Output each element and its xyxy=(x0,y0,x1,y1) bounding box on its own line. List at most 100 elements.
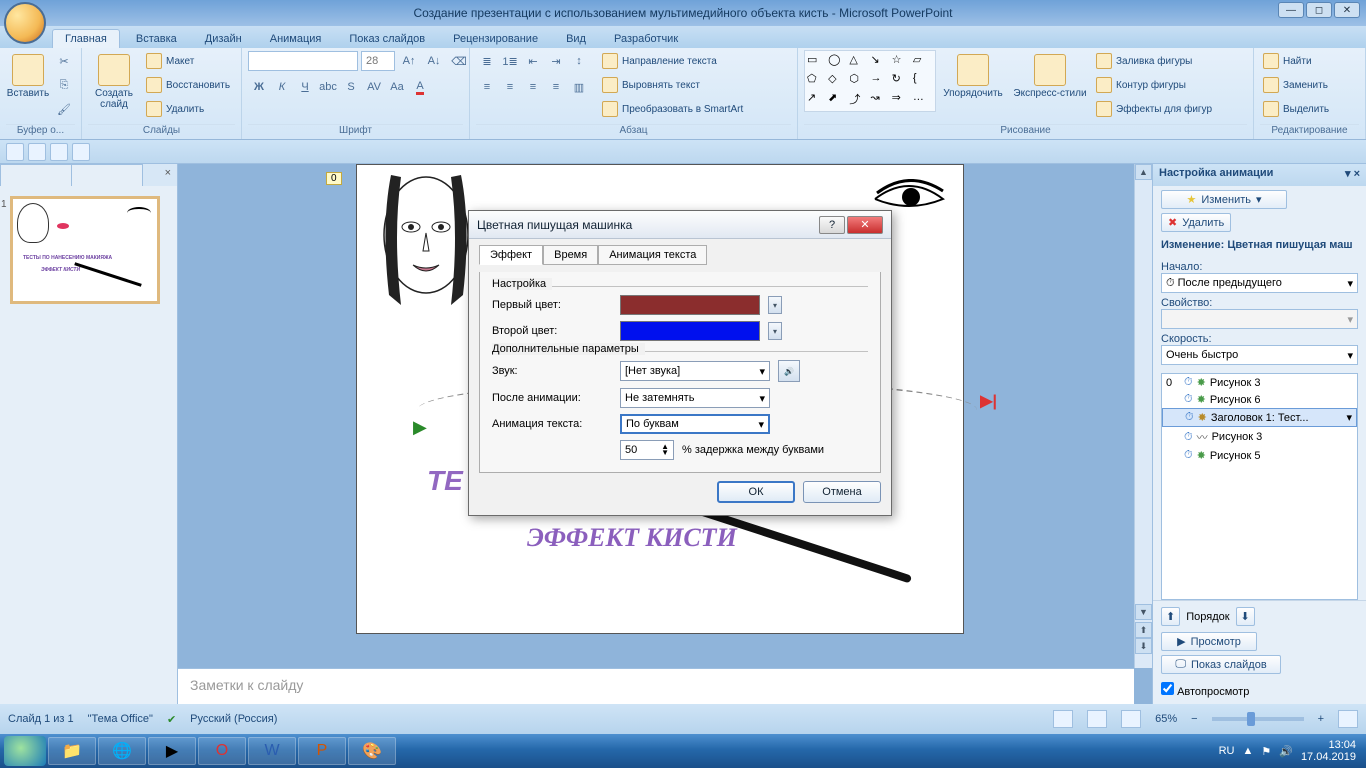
tray-network-icon[interactable]: ⚑ xyxy=(1261,745,1271,758)
tab-review[interactable]: Рецензирование xyxy=(441,30,550,48)
justify-icon[interactable]: ≡ xyxy=(545,76,567,98)
reorder-up-button[interactable]: ⬆ xyxy=(1161,607,1180,626)
grow-font-icon[interactable]: A↑ xyxy=(398,50,420,72)
slideshow-view-button[interactable] xyxy=(1121,710,1141,728)
align-text-button[interactable]: Выровнять текст xyxy=(599,74,746,96)
zoom-out-icon[interactable]: − xyxy=(1191,713,1197,725)
shadow-icon[interactable]: S xyxy=(340,76,362,98)
dialog-tab-effect[interactable]: Эффект xyxy=(479,245,543,265)
taskbar-paint-icon[interactable]: 🎨 xyxy=(348,737,396,765)
tab-design[interactable]: Дизайн xyxy=(193,30,254,48)
canvas-scrollbar[interactable]: ▲ ▼ ⬆ ⬇ xyxy=(1134,164,1152,668)
italic-icon[interactable]: К xyxy=(271,76,293,98)
dialog-help-button[interactable]: ? xyxy=(819,216,845,234)
sound-preview-icon[interactable]: 🔊 xyxy=(778,360,800,382)
bullets-icon[interactable]: ≣ xyxy=(476,50,498,72)
thumbnails-tab-outline[interactable] xyxy=(71,164,143,186)
format-painter-icon[interactable]: 🖌 xyxy=(53,98,75,120)
find-button[interactable]: Найти xyxy=(1260,50,1332,72)
shape-outline-button[interactable]: Контур фигуры xyxy=(1093,74,1215,96)
restore-button[interactable]: Восстановить xyxy=(143,74,233,96)
second-color-dropdown[interactable]: ▾ xyxy=(768,322,782,340)
slide-thumbnail-1[interactable]: 1 ТЕСТЫ ПО НАНЕСЕНИЮ МАКИЯЖА ЭФФЕКТ КИСТ… xyxy=(10,196,160,304)
animation-pane-dropdown-icon[interactable]: ▾ xyxy=(1345,168,1351,180)
tab-insert[interactable]: Вставка xyxy=(124,30,189,48)
delete-effect-button[interactable]: ✖Удалить xyxy=(1161,213,1231,232)
dialog-close-button[interactable]: ✕ xyxy=(847,216,883,234)
prev-slide-icon[interactable]: ⬆ xyxy=(1135,622,1152,638)
font-size-select[interactable]: 28 xyxy=(361,51,395,71)
replace-button[interactable]: Заменить xyxy=(1260,74,1332,96)
zoom-in-icon[interactable]: + xyxy=(1318,713,1324,725)
align-right-icon[interactable]: ≡ xyxy=(522,76,544,98)
next-slide-icon[interactable]: ⬇ xyxy=(1135,638,1152,654)
sorter-view-button[interactable] xyxy=(1087,710,1107,728)
taskbar-media-icon[interactable]: ▶ xyxy=(148,737,196,765)
case-icon[interactable]: Aa xyxy=(386,76,408,98)
spacing-icon[interactable]: AV xyxy=(363,76,385,98)
slideshow-button[interactable]: 🖵 Показ слайдов xyxy=(1161,655,1281,674)
animation-item[interactable]: ⏱✸Рисунок 6 xyxy=(1162,391,1357,408)
reorder-down-button[interactable]: ⬇ xyxy=(1236,607,1255,626)
layout-button[interactable]: Макет xyxy=(143,50,233,72)
tray-flag-icon[interactable]: ▲ xyxy=(1242,745,1253,757)
font-family-select[interactable] xyxy=(248,51,358,71)
tab-view[interactable]: Вид xyxy=(554,30,598,48)
quick-styles-button[interactable]: Экспресс-стили xyxy=(1010,50,1090,99)
tray-sound-icon[interactable]: 🔊 xyxy=(1279,745,1293,758)
start-button[interactable] xyxy=(4,736,46,766)
copy-icon[interactable]: ⎘ xyxy=(53,74,75,96)
play-button[interactable]: ▶ Просмотр xyxy=(1161,632,1257,651)
select-button[interactable]: Выделить xyxy=(1260,98,1332,120)
animation-item-selected[interactable]: ⏱✸Заголовок 1: Тест...▾ xyxy=(1162,408,1357,427)
indent-dec-icon[interactable]: ⇤ xyxy=(522,50,544,72)
taskbar-powerpoint-icon[interactable]: P xyxy=(298,737,346,765)
preview-icon[interactable] xyxy=(72,143,90,161)
zoom-level[interactable]: 65% xyxy=(1155,713,1177,725)
tray-time[interactable]: 13:04 xyxy=(1301,739,1356,751)
align-center-icon[interactable]: ≡ xyxy=(499,76,521,98)
paste-button[interactable]: Вставить xyxy=(6,50,50,99)
save-icon[interactable] xyxy=(6,143,24,161)
close-button[interactable]: ✕ xyxy=(1334,2,1360,18)
font-color-icon[interactable]: A xyxy=(409,76,431,98)
tab-developer[interactable]: Разработчик xyxy=(602,30,690,48)
first-color-dropdown[interactable]: ▾ xyxy=(768,296,782,314)
normal-view-button[interactable] xyxy=(1053,710,1073,728)
delete-slide-button[interactable]: Удалить xyxy=(143,98,233,120)
delay-spinner[interactable]: 50▲▼ xyxy=(620,440,674,460)
speed-select[interactable]: Очень быстро▾ xyxy=(1161,345,1358,365)
minimize-button[interactable]: — xyxy=(1278,2,1304,18)
dialog-tab-text-anim[interactable]: Анимация текста xyxy=(598,245,707,265)
taskbar-word-icon[interactable]: W xyxy=(248,737,296,765)
animation-item[interactable]: ⏱✸Рисунок 5 xyxy=(1162,447,1357,464)
tab-slideshow[interactable]: Показ слайдов xyxy=(337,30,437,48)
spellcheck-icon[interactable]: ✔ xyxy=(167,713,176,726)
arrange-button[interactable]: Упорядочить xyxy=(939,50,1007,99)
taskbar-explorer-icon[interactable]: 📁 xyxy=(48,737,96,765)
maximize-button[interactable]: ◻ xyxy=(1306,2,1332,18)
indent-inc-icon[interactable]: ⇥ xyxy=(545,50,567,72)
tab-home[interactable]: Главная xyxy=(52,29,120,48)
shrink-font-icon[interactable]: A↓ xyxy=(423,50,445,72)
ok-button[interactable]: ОК xyxy=(717,481,795,503)
animation-item[interactable]: 0⏱✸Рисунок 3 xyxy=(1162,374,1357,391)
smartart-button[interactable]: Преобразовать в SmartArt xyxy=(599,98,746,120)
line-spacing-icon[interactable]: ↕ xyxy=(568,50,590,72)
autopreview-checkbox[interactable]: Автопросмотр xyxy=(1161,686,1249,698)
scroll-up-icon[interactable]: ▲ xyxy=(1135,164,1152,180)
strike-icon[interactable]: abc xyxy=(317,76,339,98)
shape-effects-button[interactable]: Эффекты для фигур xyxy=(1093,98,1215,120)
text-animation-select[interactable]: По буквам▾ xyxy=(620,414,770,434)
animation-pane-close-icon[interactable]: × xyxy=(1354,168,1360,180)
zoom-slider[interactable] xyxy=(1212,717,1304,721)
thumbnails-tab-slides[interactable] xyxy=(0,164,72,186)
numbering-icon[interactable]: 1≣ xyxy=(499,50,521,72)
cut-icon[interactable]: ✂ xyxy=(53,50,75,72)
tray-date[interactable]: 17.04.2019 xyxy=(1301,751,1356,763)
thumbnails-close-icon[interactable]: × xyxy=(159,164,177,186)
notes-pane[interactable]: Заметки к слайду xyxy=(178,668,1134,704)
tab-animation[interactable]: Анимация xyxy=(258,30,334,48)
animation-item[interactable]: ⏱〰Рисунок 3 xyxy=(1162,427,1357,447)
start-select[interactable]: ⏱ После предыдущего▾ xyxy=(1161,273,1358,293)
